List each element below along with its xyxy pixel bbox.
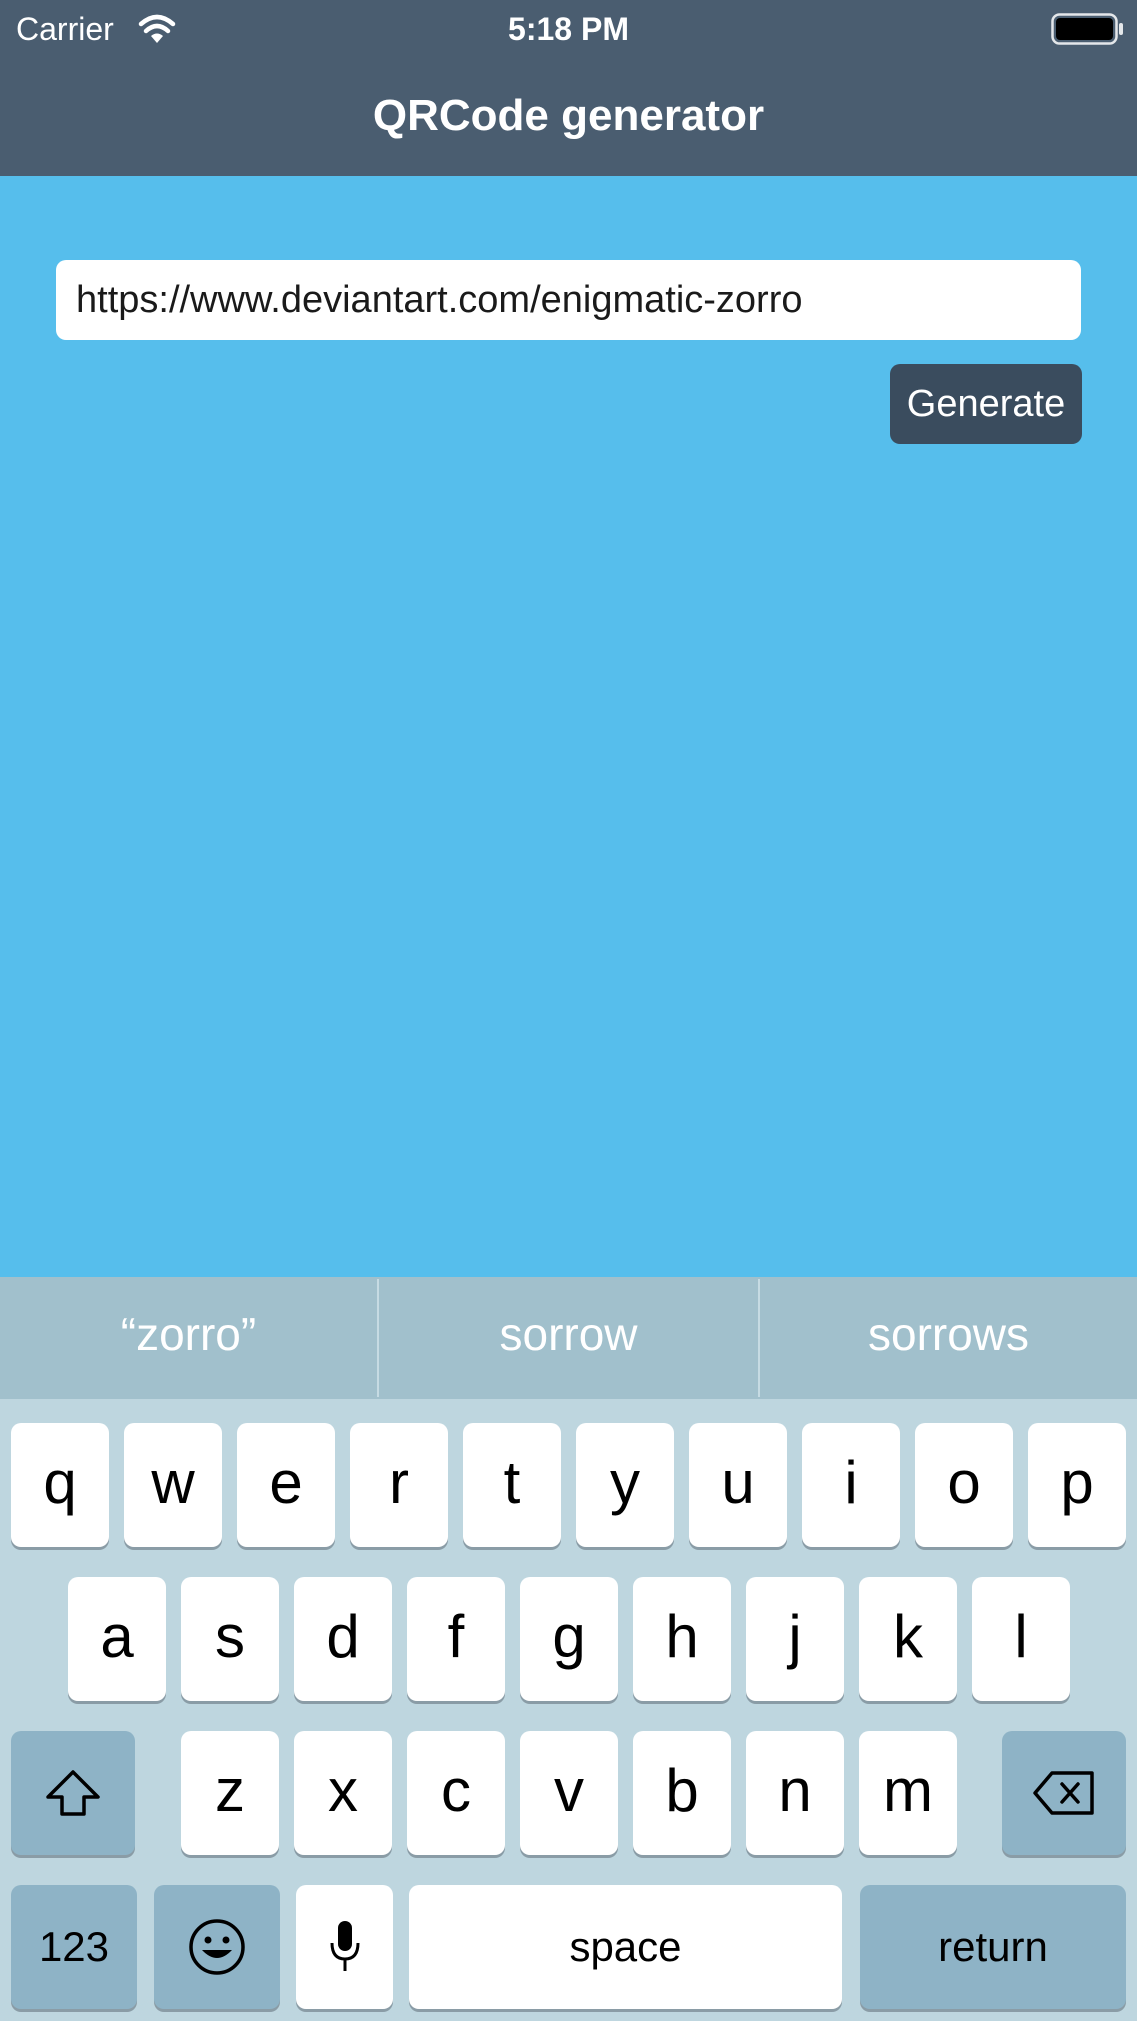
- key-u[interactable]: u: [689, 1423, 787, 1547]
- emoji-icon: [189, 1919, 245, 1975]
- key-label: h: [665, 1602, 699, 1670]
- key-t[interactable]: t: [463, 1423, 561, 1547]
- key-label: p: [1060, 1448, 1094, 1516]
- key-label: t: [503, 1448, 521, 1516]
- shift-icon: [46, 1770, 100, 1816]
- key-y[interactable]: y: [576, 1423, 674, 1547]
- backspace-key[interactable]: [1002, 1731, 1126, 1855]
- key-v[interactable]: v: [520, 1731, 618, 1855]
- key-label: k: [893, 1602, 923, 1670]
- backspace-icon: [1033, 1771, 1094, 1815]
- key-label: o: [947, 1448, 981, 1516]
- key-label: j: [788, 1602, 802, 1670]
- key-label: v: [554, 1756, 584, 1824]
- key-e[interactable]: e: [237, 1423, 335, 1547]
- key-i[interactable]: i: [802, 1423, 900, 1547]
- key-label: a: [100, 1602, 134, 1670]
- key-h[interactable]: h: [633, 1577, 731, 1701]
- key-z[interactable]: z: [181, 1731, 279, 1855]
- space-key[interactable]: space: [409, 1885, 842, 2009]
- key-x[interactable]: x: [294, 1731, 392, 1855]
- key-label: space: [569, 1923, 682, 1970]
- key-d[interactable]: d: [294, 1577, 392, 1701]
- key-g[interactable]: g: [520, 1577, 618, 1701]
- status-time: 5:18 PM: [508, 11, 629, 47]
- key-label: r: [389, 1448, 409, 1516]
- key-label: f: [447, 1602, 465, 1670]
- numbers-key[interactable]: 123: [11, 1885, 137, 2009]
- dictation-key[interactable]: [296, 1885, 393, 2009]
- top-bar: Carrier 5:18 PM QRCode generator: [0, 0, 1137, 176]
- key-n[interactable]: n: [746, 1731, 844, 1855]
- shift-key[interactable]: [11, 1731, 135, 1855]
- battery-icon: [1051, 13, 1123, 45]
- generate-button[interactable]: Generate: [890, 364, 1082, 444]
- key-label: u: [721, 1448, 755, 1516]
- key-w[interactable]: w: [124, 1423, 222, 1547]
- key-label: z: [215, 1756, 245, 1824]
- key-a[interactable]: a: [68, 1577, 166, 1701]
- key-label: e: [269, 1448, 303, 1516]
- key-p[interactable]: p: [1028, 1423, 1126, 1547]
- key-b[interactable]: b: [633, 1731, 731, 1855]
- key-f[interactable]: f: [407, 1577, 505, 1701]
- key-label: w: [151, 1448, 195, 1516]
- suggestion-2[interactable]: sorrow: [379, 1277, 758, 1399]
- key-label: d: [326, 1602, 360, 1670]
- return-key[interactable]: return: [860, 1885, 1126, 2009]
- page-title: QRCode generator: [372, 91, 765, 140]
- key-q[interactable]: q: [11, 1423, 109, 1547]
- key-m[interactable]: m: [859, 1731, 957, 1855]
- keyboard: “zorro” sorrow sorrows q w e r t y u i o…: [0, 1277, 1137, 2021]
- key-label: y: [610, 1448, 640, 1516]
- key-l[interactable]: l: [972, 1577, 1070, 1701]
- key-k[interactable]: k: [859, 1577, 957, 1701]
- key-o[interactable]: o: [915, 1423, 1013, 1547]
- key-c[interactable]: c: [407, 1731, 505, 1855]
- key-label: q: [43, 1448, 77, 1516]
- microphone-icon: [330, 1921, 359, 1971]
- key-label: s: [215, 1602, 245, 1670]
- key-label: b: [665, 1756, 699, 1824]
- suggestion-1[interactable]: “zorro”: [0, 1277, 377, 1399]
- key-label: g: [552, 1602, 586, 1670]
- key-label: m: [883, 1756, 933, 1824]
- key-label: i: [844, 1448, 858, 1516]
- key-label: 123: [38, 1923, 110, 1970]
- key-label: return: [938, 1923, 1048, 1970]
- key-j[interactable]: j: [746, 1577, 844, 1701]
- url-input[interactable]: [56, 260, 1081, 340]
- key-label: x: [328, 1756, 358, 1824]
- emoji-key[interactable]: [154, 1885, 280, 2009]
- key-label: c: [441, 1756, 471, 1824]
- suggestion-bar: “zorro” sorrow sorrows: [0, 1277, 1137, 1399]
- key-label: l: [1014, 1602, 1028, 1670]
- key-label: n: [778, 1756, 812, 1824]
- key-r[interactable]: r: [350, 1423, 448, 1547]
- suggestion-3[interactable]: sorrows: [760, 1277, 1137, 1399]
- key-s[interactable]: s: [181, 1577, 279, 1701]
